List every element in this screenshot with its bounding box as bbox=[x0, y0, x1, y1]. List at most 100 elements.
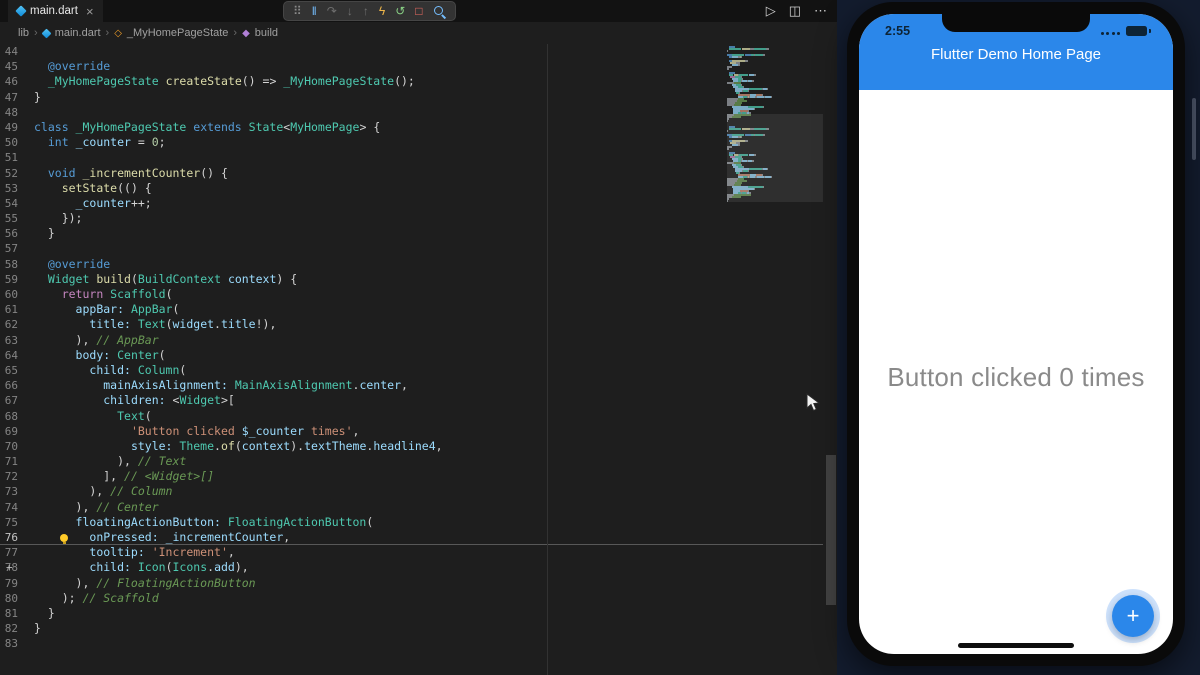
breadcrumb-method[interactable]: build bbox=[255, 27, 278, 39]
fab-add-button[interactable]: + bbox=[1112, 595, 1154, 637]
code-line-55[interactable]: 55 }); bbox=[0, 211, 823, 226]
home-indicator[interactable] bbox=[958, 643, 1074, 648]
code-line-49[interactable]: 49 class _MyHomePageState extends State<M… bbox=[0, 120, 823, 135]
breadcrumb-folder[interactable]: lib bbox=[18, 27, 29, 39]
line-number[interactable]: 79 bbox=[0, 576, 34, 591]
line-number[interactable]: 51 bbox=[0, 150, 34, 165]
line-number[interactable]: 82 bbox=[0, 621, 34, 636]
line-number[interactable]: 49 bbox=[0, 120, 34, 135]
line-number[interactable]: 81 bbox=[0, 606, 34, 621]
code-line-58[interactable]: 58 @override bbox=[0, 257, 823, 272]
run-button[interactable]: ▷ bbox=[766, 3, 776, 19]
line-number[interactable]: 73 bbox=[0, 484, 34, 499]
code-line-61[interactable]: 61 appBar: AppBar( bbox=[0, 302, 823, 317]
code-line-74[interactable]: 74 ), // Center bbox=[0, 500, 823, 515]
code-line-53[interactable]: 53 setState(() { bbox=[0, 181, 823, 196]
line-number[interactable]: 83 bbox=[0, 636, 34, 651]
line-number[interactable]: 76 bbox=[0, 530, 34, 545]
line-number[interactable]: 65 bbox=[0, 363, 34, 378]
code-line-76[interactable]: 76 onPressed: _incrementCounter, bbox=[0, 530, 823, 546]
minimap-slider[interactable] bbox=[727, 114, 823, 202]
line-number[interactable]: 71 bbox=[0, 454, 34, 469]
code-line-48[interactable]: 48 bbox=[0, 105, 823, 120]
code-line-59[interactable]: 59 Widget build(BuildContext context) { bbox=[0, 272, 823, 287]
line-number[interactable]: 45 bbox=[0, 59, 34, 74]
code-line-47[interactable]: 47} bbox=[0, 90, 823, 105]
line-number[interactable]: 63 bbox=[0, 333, 34, 348]
code-line-79[interactable]: 79 ), // FloatingActionButton bbox=[0, 576, 823, 591]
restart-icon[interactable]: ↺ bbox=[395, 2, 405, 20]
line-number[interactable]: 60 bbox=[0, 287, 34, 302]
breadcrumb-class[interactable]: _MyHomePageState bbox=[127, 27, 229, 39]
line-number[interactable]: 57 bbox=[0, 241, 34, 256]
line-number[interactable]: 59 bbox=[0, 272, 34, 287]
code-line-63[interactable]: 63 ), // AppBar bbox=[0, 333, 823, 348]
code-line-52[interactable]: 52 void _incrementCounter() { bbox=[0, 166, 823, 181]
line-number[interactable]: 64 bbox=[0, 348, 34, 363]
tab-close-icon[interactable]: × bbox=[86, 4, 94, 19]
line-number[interactable]: 69 bbox=[0, 424, 34, 439]
code-line-81[interactable]: 81 } bbox=[0, 606, 823, 621]
more-actions-button[interactable]: ⋯ bbox=[814, 3, 827, 19]
line-number[interactable]: 77 bbox=[0, 545, 34, 560]
breadcrumb-file[interactable]: main.dart bbox=[55, 27, 101, 39]
line-number[interactable]: 48 bbox=[0, 105, 34, 120]
code-line-82[interactable]: 82} bbox=[0, 621, 823, 636]
search-icon[interactable] bbox=[433, 4, 446, 18]
code-editor[interactable]: 44 45 @override 46 _MyHomePageState create… bbox=[0, 44, 837, 675]
code-line-78[interactable]: 78 + child: Icon(Icons.add), bbox=[0, 560, 823, 575]
editor-scrollbar[interactable] bbox=[826, 455, 836, 605]
line-number[interactable]: 58 bbox=[0, 257, 34, 272]
code-line-67[interactable]: 67 children: <Widget>[ bbox=[0, 393, 823, 408]
line-number[interactable]: 74 bbox=[0, 500, 34, 515]
code-line-62[interactable]: 62 title: Text(widget.title!), bbox=[0, 317, 823, 332]
tab-main-dart[interactable]: main.dart × bbox=[8, 0, 103, 22]
line-number[interactable]: 80 bbox=[0, 591, 34, 606]
line-number[interactable]: 52 bbox=[0, 166, 34, 181]
code-line-72[interactable]: 72 ], // <Widget>[] bbox=[0, 469, 823, 484]
line-number[interactable]: 68 bbox=[0, 409, 34, 424]
line-number[interactable]: 55 bbox=[0, 211, 34, 226]
code-line-70[interactable]: 70 style: Theme.of(context).textTheme.he… bbox=[0, 439, 823, 454]
line-number[interactable]: 56 bbox=[0, 226, 34, 241]
code-line-80[interactable]: 80 ); // Scaffold bbox=[0, 591, 823, 606]
line-number[interactable]: 61 bbox=[0, 302, 34, 317]
line-number[interactable]: 75 bbox=[0, 515, 34, 530]
pause-icon[interactable]: ‖ bbox=[312, 2, 317, 20]
code-line-83[interactable]: 83 bbox=[0, 636, 823, 651]
code-line-77[interactable]: 77 tooltip: 'Increment', bbox=[0, 545, 823, 560]
code-line-46[interactable]: 46 _MyHomePageState createState() => _My… bbox=[0, 74, 823, 89]
code-line-60[interactable]: 60 return Scaffold( bbox=[0, 287, 823, 302]
line-number[interactable]: 53 bbox=[0, 181, 34, 196]
line-number[interactable]: 72 bbox=[0, 469, 34, 484]
code-line-65[interactable]: 65 child: Column( bbox=[0, 363, 823, 378]
line-number[interactable]: 47 bbox=[0, 90, 34, 105]
step-into-icon[interactable]: ↓ bbox=[347, 2, 353, 20]
stop-icon[interactable]: □ bbox=[415, 2, 422, 20]
code-line-50[interactable]: 50 int _counter = 0; bbox=[0, 135, 823, 150]
code-line-71[interactable]: 71 ), // Text bbox=[0, 454, 823, 469]
line-number[interactable]: 46 bbox=[0, 74, 34, 89]
line-number[interactable]: 50 bbox=[0, 135, 34, 150]
split-editor-button[interactable]: ◫ bbox=[789, 3, 801, 19]
line-number[interactable]: 66 bbox=[0, 378, 34, 393]
code-line-73[interactable]: 73 ), // Column bbox=[0, 484, 823, 499]
code-line-56[interactable]: 56 } bbox=[0, 226, 823, 241]
code-line-51[interactable]: 51 bbox=[0, 150, 823, 165]
step-out-icon[interactable]: ↑ bbox=[363, 2, 369, 20]
lightbulb-icon[interactable] bbox=[60, 534, 68, 544]
code-line-69[interactable]: 69 'Button clicked $_counter times', bbox=[0, 424, 823, 439]
line-number[interactable]: 67 bbox=[0, 393, 34, 408]
grip-handle-icon[interactable]: ⠿ bbox=[293, 2, 302, 20]
line-number[interactable]: 70 bbox=[0, 439, 34, 454]
line-number[interactable]: 54 bbox=[0, 196, 34, 211]
code-line-57[interactable]: 57 bbox=[0, 241, 823, 256]
step-over-icon[interactable]: ↷ bbox=[327, 2, 337, 20]
code-line-44[interactable]: 44 bbox=[0, 44, 823, 59]
code-line-54[interactable]: 54 _counter++; bbox=[0, 196, 823, 211]
code-line-68[interactable]: 68 Text( bbox=[0, 409, 823, 424]
code-line-66[interactable]: 66 mainAxisAlignment: MainAxisAlignment.… bbox=[0, 378, 823, 393]
code-line-75[interactable]: 75 floatingActionButton: FloatingActionB… bbox=[0, 515, 823, 530]
line-number[interactable]: 62 bbox=[0, 317, 34, 332]
line-number[interactable]: 44 bbox=[0, 44, 34, 59]
